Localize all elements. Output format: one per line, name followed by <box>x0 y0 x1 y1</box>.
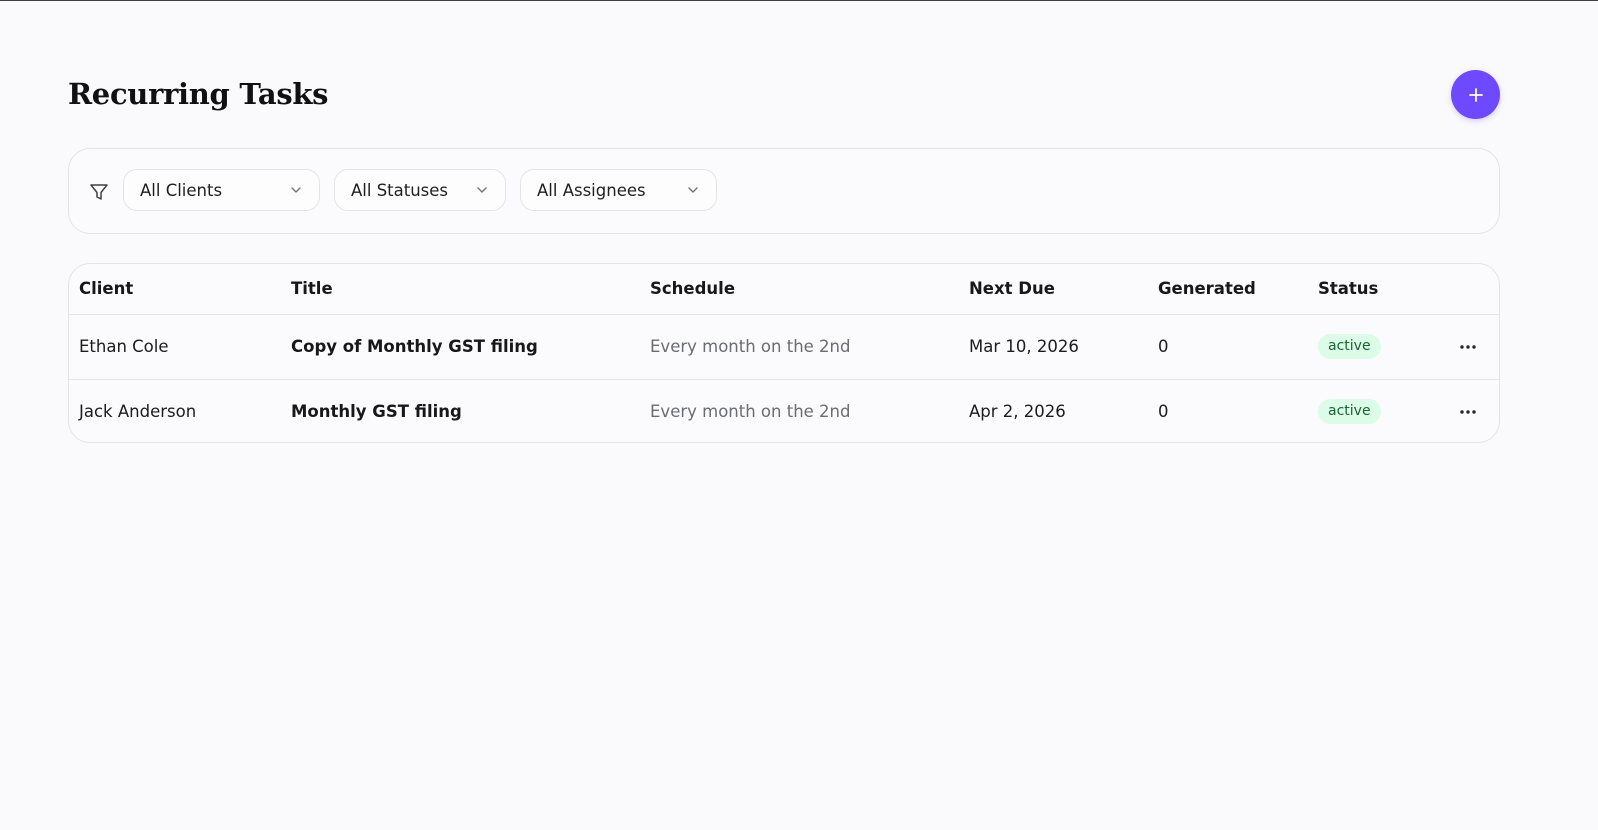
assignee-filter-select[interactable]: All Assignees <box>520 169 717 211</box>
more-horizontal-icon <box>1460 410 1476 414</box>
cell-next-due: Apr 2, 2026 <box>969 402 1066 421</box>
filter-bar: All Clients All Statuses All Assignees <box>68 148 1500 234</box>
add-recurring-task-button[interactable] <box>1451 70 1500 119</box>
column-header-status[interactable]: Status <box>1318 279 1378 299</box>
table-header-row: Client Title Schedule Next Due Generated… <box>69 264 1499 315</box>
cell-title[interactable]: Copy of Monthly GST filing <box>291 337 538 357</box>
recurring-tasks-table: Client Title Schedule Next Due Generated… <box>68 263 1500 443</box>
filter-icon <box>90 184 108 200</box>
chevron-down-icon <box>688 187 698 193</box>
cell-schedule: Every month on the 2nd <box>650 402 851 421</box>
assignee-filter-value: All Assignees <box>537 180 646 200</box>
row-actions-button[interactable] <box>1451 335 1485 359</box>
status-badge: active <box>1318 334 1381 359</box>
column-header-generated[interactable]: Generated <box>1158 279 1256 299</box>
column-header-client[interactable]: Client <box>79 279 133 299</box>
cell-next-due: Mar 10, 2026 <box>969 337 1079 356</box>
chevron-down-icon <box>291 187 301 193</box>
cell-generated: 0 <box>1158 402 1169 421</box>
column-header-schedule[interactable]: Schedule <box>650 279 735 299</box>
cell-client: Jack Anderson <box>79 402 197 421</box>
page-title: Recurring Tasks <box>68 77 329 111</box>
client-filter-value: All Clients <box>140 180 223 200</box>
page-header: Recurring Tasks <box>68 70 1500 119</box>
column-header-title[interactable]: Title <box>291 279 333 299</box>
table-row[interactable]: Jack Anderson Monthly GST filing Every m… <box>69 380 1499 442</box>
more-horizontal-icon <box>1460 345 1476 349</box>
chevron-down-icon <box>477 187 487 193</box>
row-actions-button[interactable] <box>1451 400 1485 424</box>
status-filter-select[interactable]: All Statuses <box>334 169 506 211</box>
cell-schedule: Every month on the 2nd <box>650 337 851 356</box>
cell-client: Ethan Cole <box>79 337 169 356</box>
cell-generated: 0 <box>1158 337 1169 356</box>
table-row[interactable]: Ethan Cole Copy of Monthly GST filing Ev… <box>69 315 1499 380</box>
status-badge: active <box>1318 399 1381 424</box>
column-header-next-due[interactable]: Next Due <box>969 279 1055 299</box>
cell-title[interactable]: Monthly GST filing <box>291 402 462 422</box>
client-filter-select[interactable]: All Clients <box>123 169 320 211</box>
top-divider <box>0 0 1598 1</box>
status-filter-value: All Statuses <box>351 180 449 200</box>
plus-icon <box>1468 87 1483 102</box>
